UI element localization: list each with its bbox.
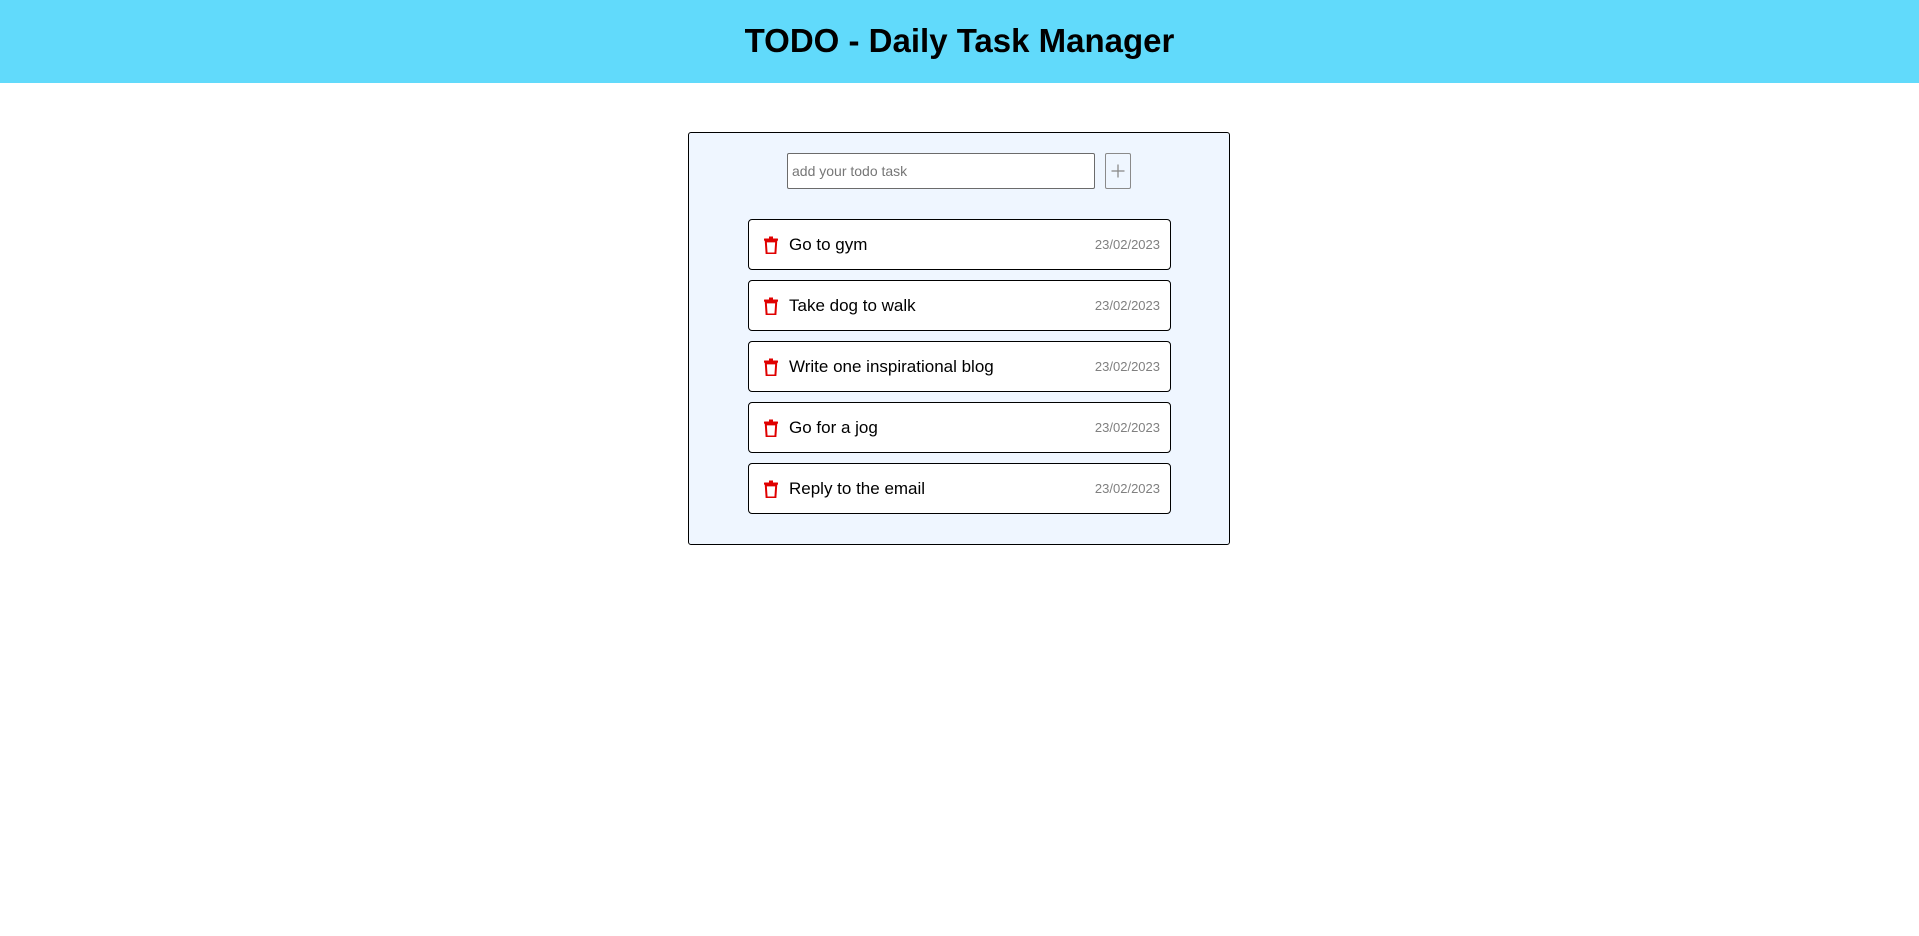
task-text: Go for a jog (789, 417, 878, 437)
task-date: 23/02/2023 (1094, 481, 1160, 496)
task-item: Take dog to walk 23/02/2023 (748, 280, 1171, 331)
trash-icon (764, 236, 778, 254)
trash-icon (764, 480, 778, 498)
task-text: Reply to the email (789, 478, 926, 498)
task-date: 23/02/2023 (1094, 298, 1160, 313)
task-item: Go to gym 23/02/2023 (748, 219, 1171, 270)
add-task-button[interactable] (1105, 153, 1131, 189)
add-task-form (787, 153, 1131, 189)
task-item: Reply to the email 23/02/2023 (748, 463, 1171, 514)
trash-icon (764, 358, 778, 376)
task-list: Go to gym 23/02/2023 Take dog to walk 23… (748, 219, 1171, 524)
trash-icon (764, 297, 778, 315)
delete-task-button[interactable] (763, 296, 779, 316)
delete-task-button[interactable] (763, 479, 779, 499)
task-date: 23/02/2023 (1094, 359, 1160, 374)
app-header: TODO - Daily Task Manager (0, 0, 1919, 83)
task-input[interactable] (787, 153, 1095, 189)
delete-task-button[interactable] (763, 418, 779, 438)
task-item: Go for a jog 23/02/2023 (748, 402, 1171, 453)
task-text: Go to gym (789, 234, 868, 254)
task-text: Take dog to walk (789, 295, 916, 315)
delete-task-button[interactable] (763, 357, 779, 377)
task-text: Write one inspirational blog (789, 356, 994, 376)
page-title: TODO - Daily Task Manager (744, 21, 1175, 59)
plus-icon (1111, 164, 1125, 178)
trash-icon (764, 419, 778, 437)
task-item: Write one inspirational blog 23/02/2023 (748, 341, 1171, 392)
task-date: 23/02/2023 (1094, 237, 1160, 252)
task-date: 23/02/2023 (1094, 420, 1160, 435)
todo-panel: Go to gym 23/02/2023 Take dog to walk 23… (688, 132, 1230, 545)
delete-task-button[interactable] (763, 235, 779, 255)
